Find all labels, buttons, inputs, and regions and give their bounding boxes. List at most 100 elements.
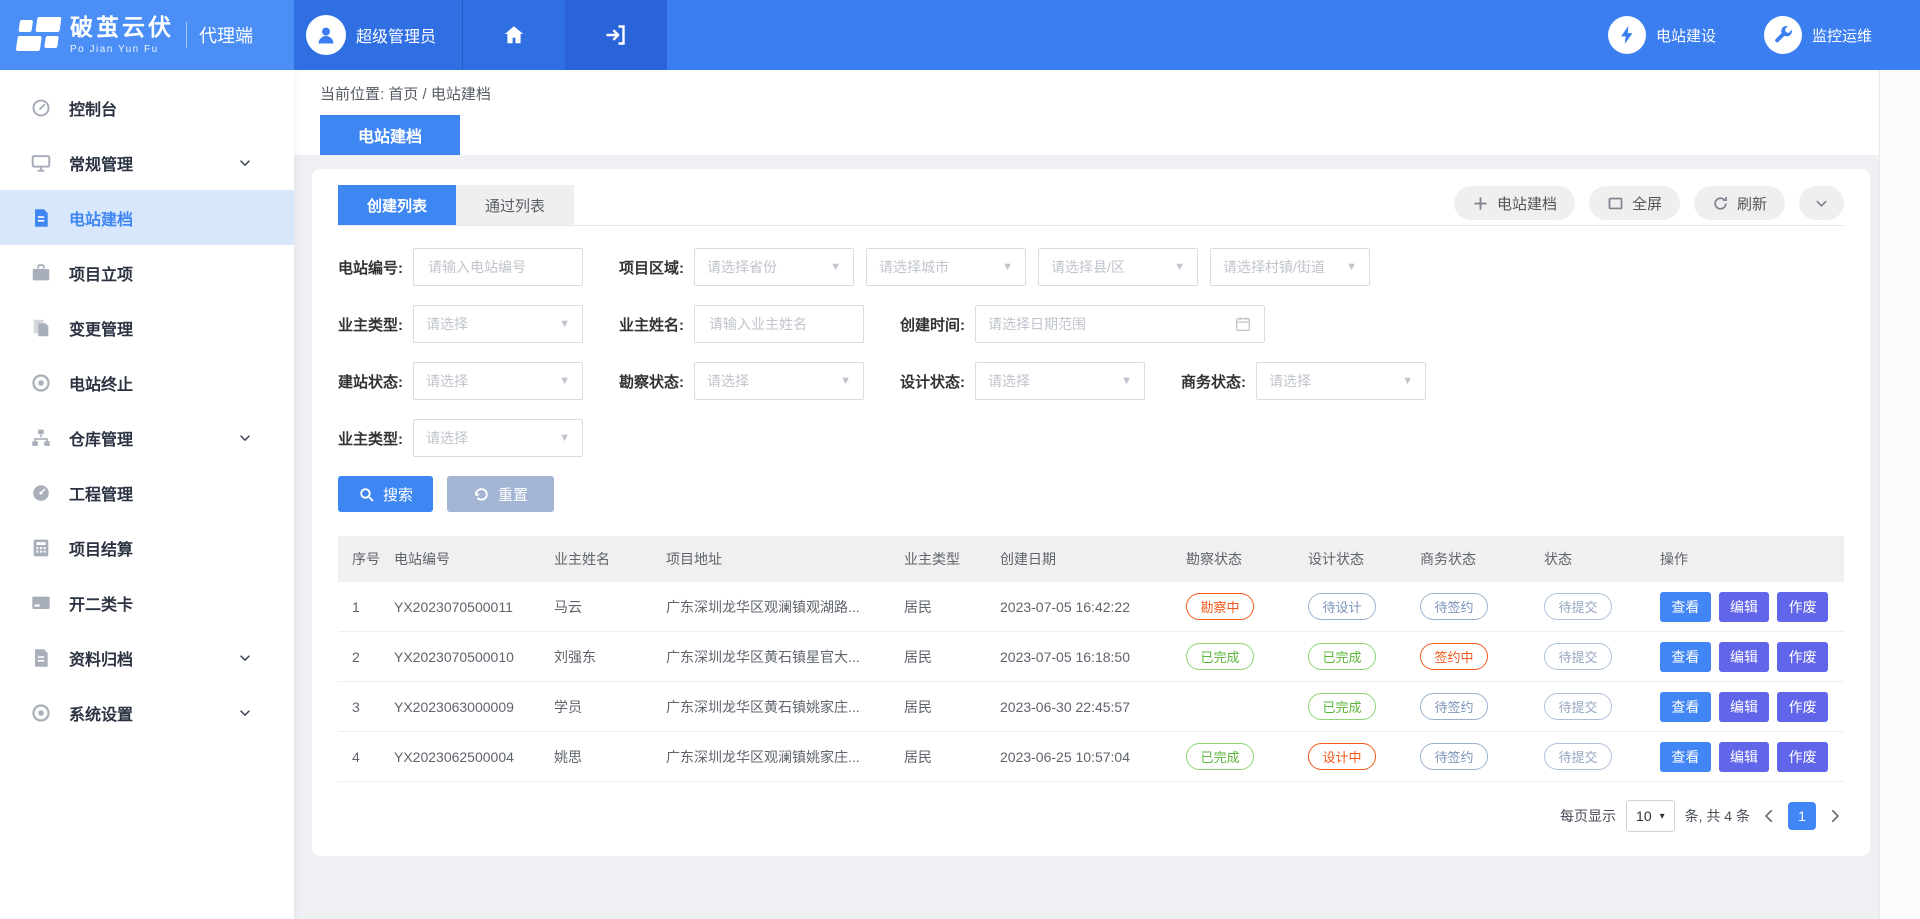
void-button[interactable]: 作废 [1777, 692, 1828, 722]
status-badge: 待提交 [1544, 643, 1612, 670]
status-badge: 待提交 [1544, 593, 1612, 620]
survey-status-select[interactable]: 请选择▼ [694, 362, 864, 400]
caret-down-icon: ▾ [1660, 811, 1665, 822]
owner-type-select[interactable]: 请选择▼ [413, 305, 583, 343]
placeholder-text: 请选择县/区 [1051, 257, 1166, 277]
table-row: 1YX2023070500011马云广东深圳龙华区观澜镇观湖路...居民2023… [338, 582, 1844, 632]
design-status-select[interactable]: 请选择▼ [975, 362, 1145, 400]
cell: 居民 [904, 697, 1000, 717]
page-prev-button[interactable] [1760, 807, 1778, 825]
filter-row: 建站状态:请选择▼勘察状态:请选择▼设计状态:请选择▼商务状态:请选择▼ [338, 362, 1844, 400]
placeholder-text: 请选择省份 [707, 257, 822, 277]
create-station-button[interactable]: 电站建档 [1454, 186, 1575, 220]
column-header: 创建日期 [1000, 549, 1186, 569]
more-button[interactable] [1799, 186, 1844, 220]
sidebar-item-calculator[interactable]: 项目结算 [0, 520, 294, 575]
view-button[interactable]: 查看 [1660, 742, 1711, 772]
actions-cell: 查看编辑作废 [1660, 642, 1844, 672]
sidebar-item-target[interactable]: 电站终止 [0, 355, 294, 410]
reset-button[interactable]: 重置 [447, 476, 554, 512]
edit-button[interactable]: 编辑 [1719, 742, 1770, 772]
cell: YX2023070500010 [394, 649, 554, 665]
status-cell: 签约中 [1420, 643, 1544, 670]
sidebar-item-copy[interactable]: 变更管理 [0, 300, 294, 355]
sidebar-item-document[interactable]: 电站建档 [0, 190, 294, 245]
sidebar-item-label: 项目结算 [69, 536, 270, 560]
tab-passed-list[interactable]: 通过列表 [456, 185, 574, 225]
sidebar-item-label: 开二类卡 [69, 591, 270, 615]
breadcrumb-home-link[interactable]: 首页 [388, 86, 418, 103]
status-cell: 待签约 [1420, 743, 1544, 770]
sidebar-item-archive[interactable]: 资料归档 [0, 630, 294, 685]
page-next-button[interactable] [1826, 807, 1844, 825]
filter-label: 业主姓名: [619, 314, 684, 335]
table-row: 3YX2023063000009学员广东深圳龙华区黄石镇姚家庄...居民2023… [338, 682, 1844, 732]
user-menu[interactable]: 超级管理员 [294, 0, 462, 70]
scrollbar-track[interactable] [1879, 70, 1920, 919]
station-code-input[interactable] [413, 248, 583, 286]
page-tab-station-archive[interactable]: 电站建档 [320, 115, 460, 155]
sidebar-item-settings[interactable]: 系统设置 [0, 685, 294, 740]
wrench-icon [1772, 24, 1794, 46]
status-badge: 设计中 [1308, 743, 1376, 770]
per-page-label: 每页显示 [1560, 806, 1616, 826]
edit-button[interactable]: 编辑 [1719, 592, 1770, 622]
logout-button[interactable] [565, 0, 667, 70]
sidebar-item-label: 资料归档 [69, 646, 237, 670]
status-badge: 已完成 [1186, 743, 1254, 770]
refresh-button[interactable]: 刷新 [1694, 186, 1785, 220]
placeholder-text: 请选择 [707, 371, 832, 391]
action-label: 刷新 [1737, 193, 1767, 214]
edit-button[interactable]: 编辑 [1719, 642, 1770, 672]
edit-button[interactable]: 编辑 [1719, 692, 1770, 722]
void-button[interactable]: 作废 [1777, 592, 1828, 622]
sidebar-item-label: 电站建档 [69, 206, 270, 230]
page-number[interactable]: 1 [1788, 802, 1816, 830]
created-range-input[interactable]: 请选择日期范围 [975, 305, 1265, 343]
tab-create-list[interactable]: 创建列表 [338, 185, 456, 225]
portal-label: 代理端 [186, 22, 253, 48]
sidebar-item-sitemap[interactable]: 仓库管理 [0, 410, 294, 465]
province-select[interactable]: 请选择省份▼ [694, 248, 854, 286]
county-select[interactable]: 请选择县/区▼ [1038, 248, 1198, 286]
status-cell: 待提交 [1544, 643, 1660, 670]
nav-station-construction[interactable]: 电站建设 [1608, 16, 1716, 54]
owner-type-select-2[interactable]: 请选择▼ [413, 419, 583, 457]
sidebar-item-gauge[interactable]: 工程管理 [0, 465, 294, 520]
cell: 1 [338, 599, 394, 615]
filter-row: 业主类型:请选择▼ [338, 419, 1844, 457]
user-name: 超级管理员 [356, 23, 436, 47]
sitemap-icon [30, 427, 52, 449]
sidebar-item-card[interactable]: 开二类卡 [0, 575, 294, 630]
cell: 广东深圳龙华区观澜镇姚家庄... [666, 747, 904, 767]
briefcase-icon [30, 262, 52, 284]
status-badge: 已完成 [1308, 693, 1376, 720]
void-button[interactable]: 作废 [1777, 742, 1828, 772]
table-header-row: 序号电站编号业主姓名项目地址业主类型创建日期勘察状态设计状态商务状态状态操作 [338, 536, 1844, 582]
home-button[interactable] [462, 0, 565, 70]
city-select[interactable]: 请选择城市▼ [866, 248, 1026, 286]
town-select[interactable]: 请选择村镇/街道▼ [1210, 248, 1370, 286]
view-button[interactable]: 查看 [1660, 642, 1711, 672]
view-button[interactable]: 查看 [1660, 592, 1711, 622]
business-status-select[interactable]: 请选择▼ [1256, 362, 1426, 400]
build-status-select[interactable]: 请选择▼ [413, 362, 583, 400]
status-cell: 已完成 [1186, 643, 1308, 670]
view-button[interactable]: 查看 [1660, 692, 1711, 722]
filter-label: 建站状态: [338, 371, 403, 392]
cell: 2023-06-30 22:45:57 [1000, 699, 1186, 715]
per-page-select[interactable]: 10 ▾ [1626, 800, 1675, 832]
sidebar-item-monitor[interactable]: 常规管理 [0, 135, 294, 190]
owner-name-input[interactable] [694, 305, 864, 343]
filter-row: 电站编号:项目区域:请选择省份▼请选择城市▼请选择县/区▼请选择村镇/街道▼ [338, 248, 1844, 286]
sidebar-item-dashboard[interactable]: 控制台 [0, 80, 294, 135]
search-button[interactable]: 搜索 [338, 476, 433, 512]
nav-monitoring-ops[interactable]: 监控运维 [1764, 16, 1872, 54]
fullscreen-button[interactable]: 全屏 [1589, 186, 1680, 220]
void-button[interactable]: 作废 [1777, 642, 1828, 672]
filter-label: 创建时间: [900, 314, 965, 335]
sidebar-item-label: 变更管理 [69, 316, 270, 340]
column-header: 业主姓名 [554, 549, 666, 569]
person-icon [314, 23, 338, 47]
sidebar-item-briefcase[interactable]: 项目立项 [0, 245, 294, 300]
